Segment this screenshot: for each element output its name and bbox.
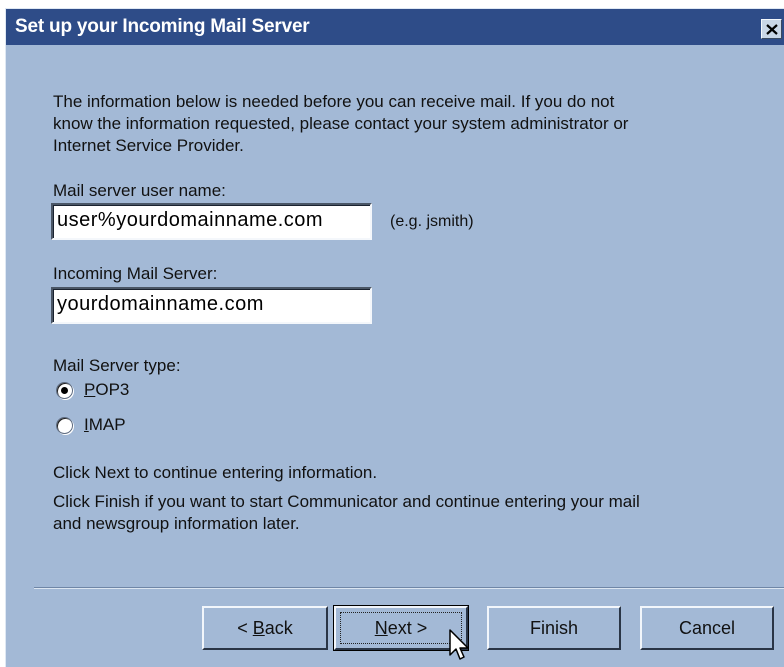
radio-pop3-label: POP3 (84, 380, 130, 399)
focus-rect (340, 612, 462, 644)
username-hint: (e.g. jsmith) (390, 213, 474, 230)
incoming-server-field[interactable]: yourdomainname.com (51, 287, 372, 324)
back-button[interactable]: < Back (202, 606, 328, 650)
title-bar: Set up your Incoming Mail Server (6, 9, 784, 45)
radio-button[interactable] (56, 416, 73, 434)
mouse-pointer-icon (449, 629, 469, 660)
radio-selected-dot (61, 386, 68, 394)
finish-instruction: Click Finish if you want to start Commun… (53, 492, 640, 533)
cancel-button-label: Cancel (678, 617, 736, 638)
next-instruction: Click Next to continue entering informat… (53, 463, 378, 482)
window-title: Set up your Incoming Mail Server (15, 16, 310, 37)
close-button[interactable] (761, 19, 782, 39)
cancel-button[interactable]: Cancel (640, 606, 774, 650)
incoming-mail-server-dialog: Set up your Incoming Mail Server The inf… (5, 8, 784, 667)
pop3-mnemonic: P (84, 380, 96, 399)
username-label: Mail server user name: (53, 181, 226, 200)
intro-text: The information below is needed before y… (53, 92, 629, 155)
server-label: Incoming Mail Server: (53, 264, 218, 283)
server-type-label: Mail Server type: (53, 356, 181, 375)
username-field[interactable]: user%yourdomainname.com (51, 203, 372, 240)
divider (34, 587, 784, 589)
radio-imap[interactable]: IMAP (56, 415, 126, 435)
radio-imap-label: IMAP (84, 415, 126, 434)
close-icon (765, 23, 778, 35)
finish-button[interactable]: Finish (487, 606, 621, 650)
back-button-label: < Back (237, 617, 293, 638)
imap-mnemonic: I (84, 415, 89, 434)
radio-button[interactable] (56, 381, 73, 399)
finish-button-label: Finish (529, 617, 578, 638)
radio-pop3[interactable]: POP3 (56, 380, 129, 400)
